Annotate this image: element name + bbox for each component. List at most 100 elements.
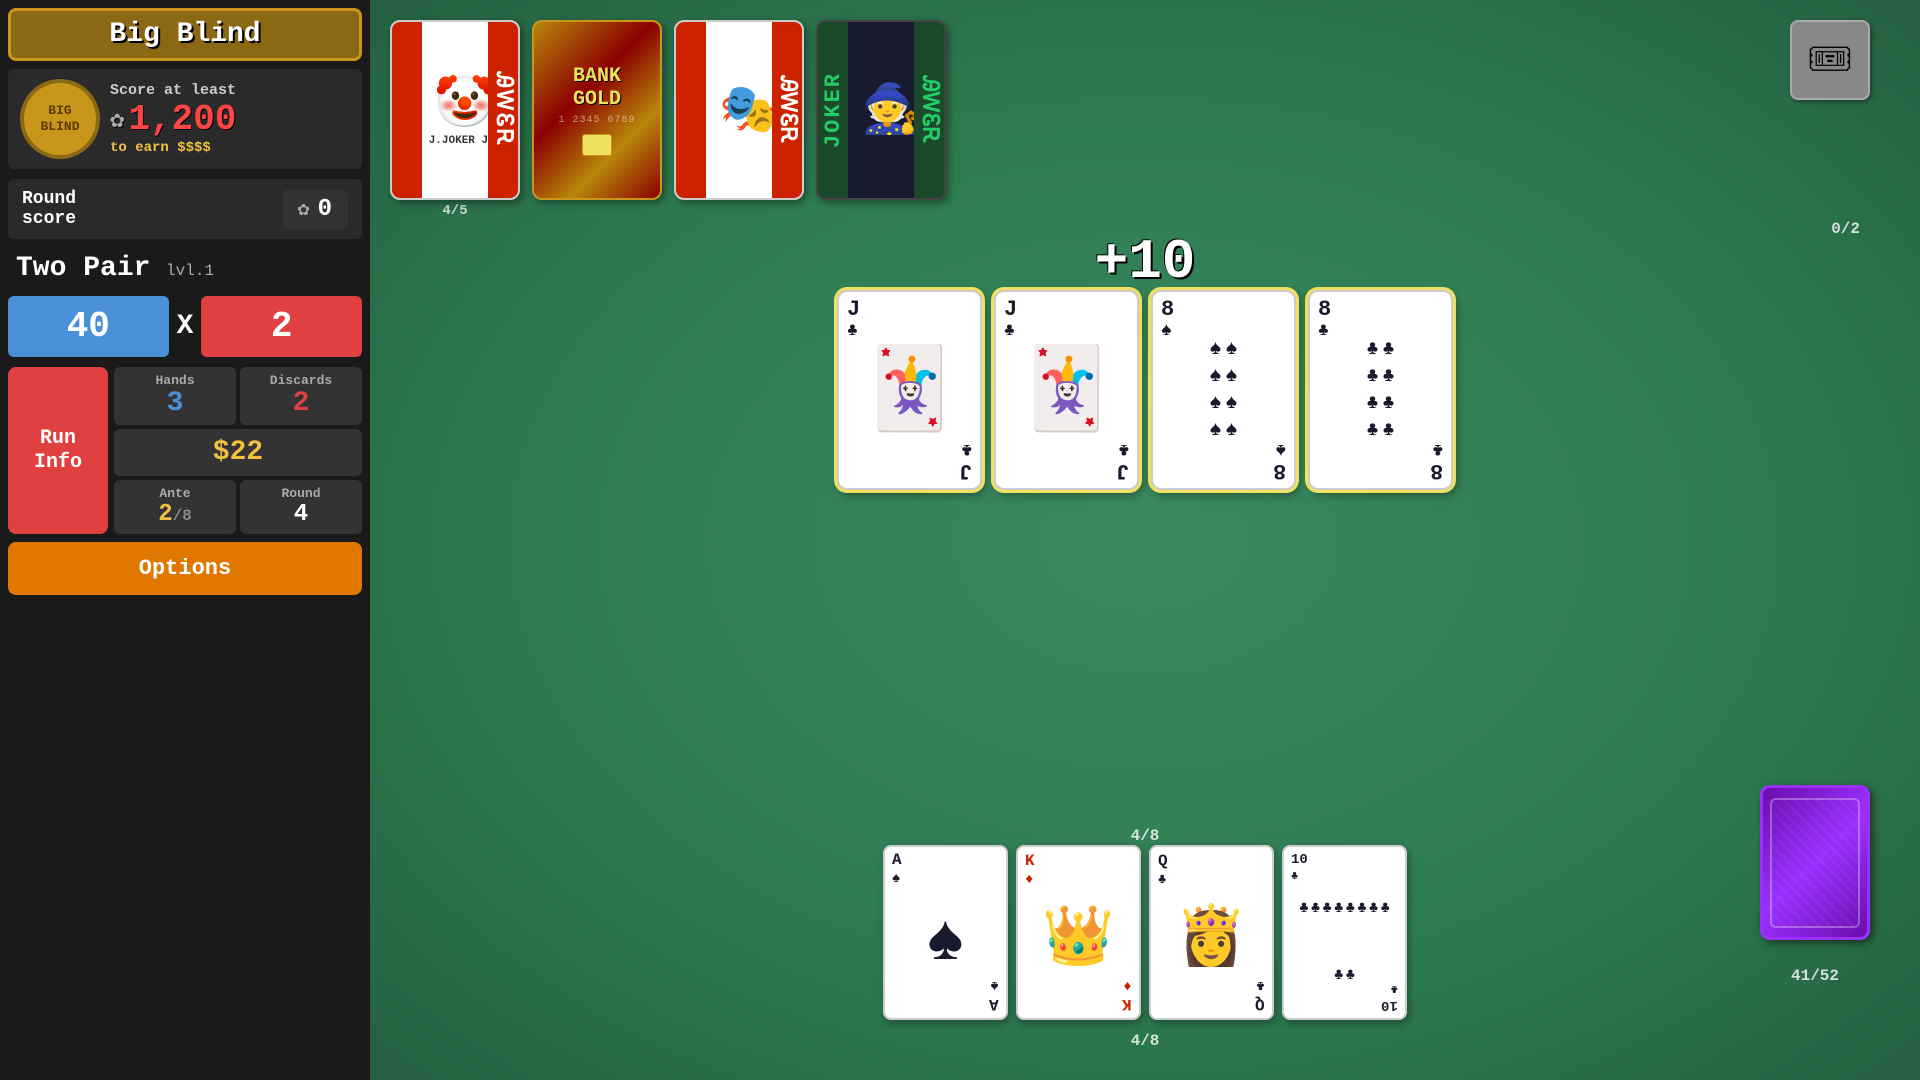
score-number: ✿ 1,200 (110, 99, 236, 140)
hands-value: 3 (167, 388, 184, 419)
round-score-label: Round score (22, 189, 76, 229)
played-card-3-corner-br: 8 ♠ (1273, 438, 1286, 482)
hand-level: lvl.1 (166, 262, 214, 280)
played-card-2-corner-tl: J ♣ (1004, 298, 1017, 342)
stats-grid: Hands 3 Discards 2 $22 Ante 2/8 Round 4 (114, 367, 362, 534)
blind-title: Big Blind (109, 19, 260, 50)
money-value: $22 (213, 437, 263, 468)
round-value: 4 (294, 501, 308, 528)
hand-name: Two Pair (16, 253, 150, 284)
hand-card-3[interactable]: Q♣ 👸 Q♣ (1149, 845, 1274, 1020)
joker-face-3: 🎭 (719, 80, 779, 140)
discards-box: Discards 2 (240, 367, 362, 425)
hand-card-4[interactable]: 10♣ ♣♣ ♣♣ ♣♣ ♣♣ ♣♣ 10♣ (1282, 845, 1407, 1020)
big-blind-chip: BIGBLIND (20, 79, 100, 159)
played-card-3[interactable]: 8 ♠ ♠ ♠ ♠ ♠ ♠ ♠ ♠ ♠ 8 ♠ (1151, 290, 1296, 490)
score-at-least-label: Score at least (110, 82, 236, 99)
voucher-slot[interactable]: 🎟 (1790, 20, 1870, 100)
hand-card-4-corner: 10♣ (1291, 852, 1308, 884)
chip-score-icon: ✿ (110, 105, 124, 135)
hand-card-1-corner: A♠ (892, 852, 902, 887)
played-card-4[interactable]: 8 ♣ ♣ ♣ ♣ ♣ ♣ ♣ ♣ ♣ 8 ♣ (1308, 290, 1453, 490)
joker-label-3: JOKER (679, 72, 704, 148)
consumables-count: 0/2 (1831, 220, 1860, 238)
hand-cards-count: 4/8 (1131, 1032, 1160, 1050)
hand-card-2-corner-br: K♦ (1122, 977, 1132, 1013)
deck-back[interactable] (1760, 785, 1870, 940)
voucher-icon: 🎟 (1807, 38, 1853, 82)
ante-label: Ante (159, 486, 190, 501)
played-card-4-corner-br: 8 ♣ (1430, 438, 1443, 482)
joker-card-dark: JOKER 🧙 ᎯᎳᏋᎡ (816, 20, 946, 200)
played-card-3-corner-tl: 8 ♠ (1161, 298, 1174, 342)
blind-header: Big Blind (8, 8, 362, 61)
discards-label: Discards (270, 373, 332, 388)
deck-pattern (1770, 798, 1860, 928)
joker-count: 4/5 (442, 203, 467, 219)
left-panel: Big Blind BIGBLIND Score at least ✿ 1,20… (0, 0, 370, 1080)
round-score-chip-icon: ✿ (298, 196, 310, 222)
run-info-label: Run Info (34, 427, 82, 475)
round-score-value-box: ✿ 0 (282, 190, 348, 229)
to-earn-reward: $$$$ (177, 140, 211, 156)
bank-chip-icon (558, 134, 635, 156)
score-target-box: BIGBLIND Score at least ✿ 1,200 to earn … (8, 69, 362, 169)
joker-label-1-right: ᎯᎳᏋᎡ (491, 72, 516, 148)
joker-label-1: JOKER (395, 72, 420, 148)
score-info: Score at least ✿ 1,200 to earn $$$$ (110, 82, 236, 156)
chip-label: BIGBLIND (40, 103, 79, 134)
mult-box: 2 (201, 296, 362, 357)
to-earn-label: to earn $$$$ (110, 140, 211, 156)
joker-slot-1[interactable]: JOKER 🤡 J.JOKER JR. ᎯᎳᏋᎡ 4/5 (390, 20, 520, 219)
round-box: Round 4 (240, 480, 362, 534)
round-label: Round (281, 486, 320, 501)
stats-bottom-row: Ante 2/8 Round 4 (114, 480, 362, 534)
joker-slot-2[interactable]: BANKGOLD 1 2345 6789 (532, 20, 662, 200)
deck-count: 41/52 (1760, 967, 1870, 985)
score-target-value: 1,200 (128, 99, 236, 140)
played-card-2[interactable]: J ♣ 🃏 J ♣ (994, 290, 1139, 490)
hand-card-1[interactable]: A♠ ♠ A♠ (883, 845, 1008, 1020)
round-score-num: 0 (318, 196, 332, 223)
joker-card-colorful: JOKER 🎭 ᎯᎳᏋᎡ (674, 20, 804, 200)
hand-card-4-corner-br: 10♣ (1381, 981, 1398, 1013)
joker-slot-4[interactable]: JOKER 🧙 ᎯᎳᏋᎡ (816, 20, 946, 200)
round-score-box: Round score ✿ 0 (8, 179, 362, 239)
joker-card-white-1: JOKER 🤡 J.JOKER JR. ᎯᎳᏋᎡ (390, 20, 520, 200)
hand-cards: A♠ ♠ A♠ K♦ 👑 K♦ Q♣ 👸 Q♣ 10♣ ♣♣ ♣♣ ♣♣ ♣♣ … (883, 845, 1407, 1020)
played-card-2-corner-br: J ♣ (1116, 438, 1129, 482)
hand-card-2-corner: K♦ (1025, 852, 1035, 888)
hand-card-3-face: 👸 (1151, 857, 1272, 1018)
played-card-1[interactable]: J ♣ 🃏 J ♣ (837, 290, 982, 490)
options-label: Options (139, 556, 231, 581)
joker-face-1: 🤡 (434, 74, 496, 135)
hands-box: Hands 3 (114, 367, 236, 425)
mult-value: 2 (271, 306, 293, 347)
hands-label: Hands (155, 373, 194, 388)
played-card-1-corner-tl: J ♣ (847, 298, 860, 342)
hand-multiplier-row: 40 X 2 (8, 296, 362, 357)
hand-name-box: Two Pair lvl.1 (8, 249, 362, 288)
bonus-display: +10 (1095, 230, 1196, 294)
hand-card-3-corner: Q♣ (1158, 852, 1168, 888)
discards-value: 2 (293, 388, 310, 419)
joker-label-3-right: ᎯᎳᏋᎡ (775, 76, 800, 144)
chips-box: 40 (8, 296, 169, 357)
hand-card-2-face: 👑 (1018, 857, 1139, 1018)
joker-face-dark: 🧙 (861, 80, 921, 140)
mult-x-separator: X (173, 311, 198, 342)
played-cards-count: 4/8 (1131, 827, 1160, 845)
hand-card-1-corner-br: A♠ (989, 977, 999, 1013)
options-button[interactable]: Options (8, 542, 362, 595)
ante-box: Ante 2/8 (114, 480, 236, 534)
run-info-button[interactable]: Run Info (8, 367, 108, 534)
joker-slot-3[interactable]: JOKER 🎭 ᎯᎳᏋᎡ (674, 20, 804, 200)
joker-label-dark-right: ᎯᎳᏋᎡ (917, 76, 942, 144)
hand-card-3-corner-br: Q♣ (1255, 977, 1265, 1013)
joker-slots: JOKER 🤡 J.JOKER JR. ᎯᎳᏋᎡ 4/5 BANKGOLD 1 … (390, 20, 946, 219)
bank-card-number: 1 2345 6789 (558, 115, 635, 126)
stats-top-row: Hands 3 Discards 2 (114, 367, 362, 425)
joker-card-bank: BANKGOLD 1 2345 6789 (532, 20, 662, 200)
hand-card-2[interactable]: K♦ 👑 K♦ (1016, 845, 1141, 1020)
played-hand: J ♣ 🃏 J ♣ J ♣ 🃏 J ♣ (837, 290, 1453, 490)
